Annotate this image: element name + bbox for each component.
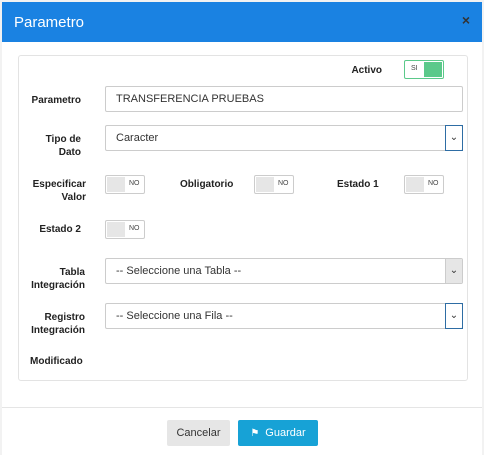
toggle-text: NO (278, 180, 289, 187)
toggle-text: NO (129, 180, 140, 187)
obligatorio-label: Obligatorio (180, 179, 234, 190)
estado2-toggle[interactable]: NO (105, 220, 145, 239)
especificar-label: Especificar Valor (32, 179, 86, 203)
chevron-down-icon: ⌄ (445, 125, 463, 151)
close-icon[interactable]: × (462, 12, 470, 28)
registro-select[interactable]: -- Seleccione una Fila -- ⌄ (105, 303, 463, 329)
toggle-text: NO (129, 225, 140, 232)
toggle-knob (256, 177, 274, 192)
especificar-toggle[interactable]: NO (105, 175, 145, 194)
chevron-down-icon: ⌄ (445, 303, 463, 329)
toggle-knob (107, 177, 125, 192)
parametro-modal: Parametro × Activo SI Parametro TRANSFER… (2, 2, 482, 455)
estado1-toggle[interactable]: NO (404, 175, 444, 194)
modificado-label: Modificado (30, 356, 83, 367)
save-button[interactable]: ⚑ Guardar (238, 420, 318, 446)
cancel-button[interactable]: Cancelar (167, 420, 230, 446)
estado2-label: Estado 2 (39, 224, 81, 235)
toggle-knob (406, 177, 424, 192)
toggle-knob (107, 222, 125, 237)
obligatorio-toggle[interactable]: NO (254, 175, 294, 194)
parametro-label: Parametro (31, 95, 81, 106)
save-icon: ⚑ (250, 428, 260, 439)
registro-label: Registro Integración (31, 312, 85, 336)
tabla-select[interactable]: -- Seleccione una Tabla -- ⌄ (105, 258, 463, 284)
activo-label: Activo (351, 65, 382, 76)
modal-title: Parametro (14, 14, 85, 31)
tabla-label: Tabla Integración (31, 267, 85, 291)
modal-header: Parametro × (2, 2, 482, 42)
parametro-input[interactable]: TRANSFERENCIA PRUEBAS (105, 86, 463, 112)
toggle-knob (424, 62, 442, 77)
chevron-down-icon: ⌄ (445, 259, 462, 283)
toggle-text: NO (428, 180, 439, 187)
tipo-select[interactable]: Caracter ⌄ (105, 125, 463, 151)
footer-divider (2, 407, 482, 408)
activo-toggle[interactable]: SI (404, 60, 444, 79)
estado1-label: Estado 1 (337, 179, 379, 190)
activo-toggle-text: SI (411, 65, 418, 72)
tipo-label: Tipo de Dato (45, 134, 81, 158)
